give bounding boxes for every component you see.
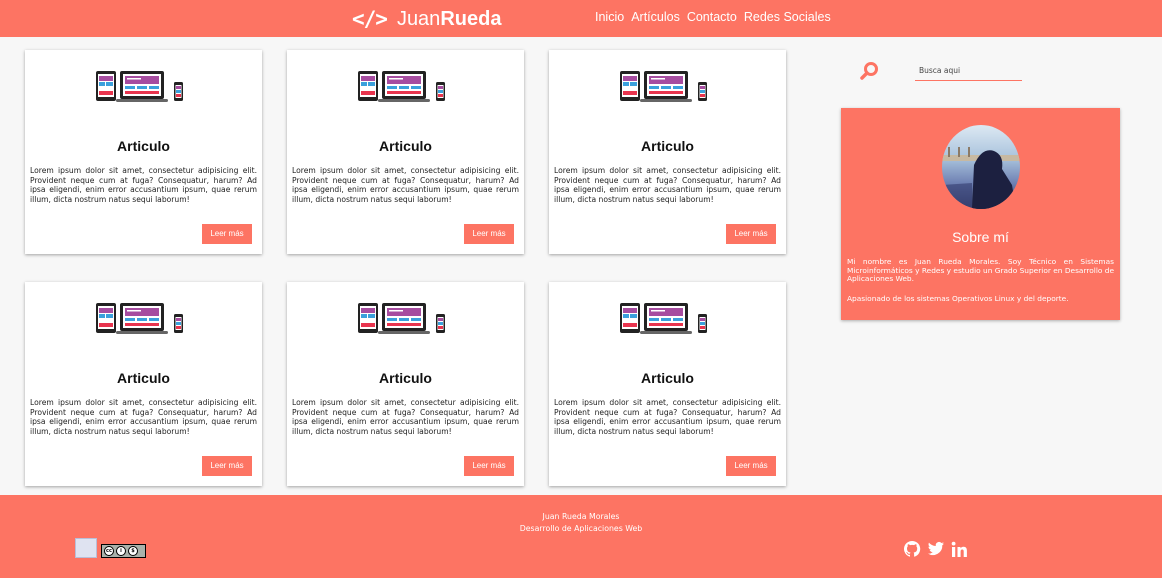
- article-text: Lorem ipsum dolor sit amet, consectetur …: [292, 398, 519, 436]
- by-icon: i: [116, 546, 126, 556]
- nav-item-redes-sociales[interactable]: Redes Sociales: [744, 10, 831, 24]
- article-title: Articulo: [379, 370, 432, 386]
- article-text: Lorem ipsum dolor sit amet, consectetur …: [554, 398, 781, 436]
- about-panel: Sobre mí Mi nombre es Juan Rueda Morales…: [841, 108, 1120, 320]
- article-card: Articulo Lorem ipsum dolor sit amet, cons…: [287, 282, 524, 486]
- search-icon[interactable]: [860, 61, 880, 81]
- site-logo[interactable]: </> JuanRueda: [352, 5, 501, 33]
- read-more-button[interactable]: Leer más: [726, 456, 776, 476]
- article-card: Articulo Lorem ipsum dolor sit amet, cons…: [25, 50, 262, 254]
- read-more-button[interactable]: Leer más: [464, 224, 514, 244]
- twitter-icon[interactable]: [927, 541, 945, 557]
- creative-commons-badge[interactable]: cc i $: [101, 544, 146, 558]
- cc-icon: cc: [104, 546, 114, 556]
- read-more-button[interactable]: Leer más: [202, 224, 252, 244]
- article-text: Lorem ipsum dolor sit amet, consectetur …: [30, 398, 257, 436]
- devices-illustration: [96, 71, 183, 102]
- avatar: [942, 125, 1020, 209]
- article-title: Articulo: [379, 138, 432, 154]
- nav-item-inicio[interactable]: Inicio: [595, 10, 624, 24]
- read-more-button[interactable]: Leer más: [464, 456, 514, 476]
- article-card: Articulo Lorem ipsum dolor sit amet, cons…: [549, 50, 786, 254]
- main-nav: Inicio Artículos Contacto Redes Sociales: [595, 10, 831, 24]
- article-card: Articulo Lorem ipsum dolor sit amet, cons…: [287, 50, 524, 254]
- code-brackets-icon: </>: [352, 7, 388, 31]
- about-text: Mi nombre es Juan Rueda Morales. Soy Téc…: [847, 257, 1114, 284]
- about-title: Sobre mí: [952, 229, 1009, 245]
- article-text: Lorem ipsum dolor sit amet, consectetur …: [554, 166, 781, 204]
- article-text: Lorem ipsum dolor sit amet, consectetur …: [292, 166, 519, 204]
- site-footer: Juan Rueda Morales Desarrollo de Aplicac…: [0, 495, 1162, 578]
- github-icon[interactable]: [903, 540, 921, 558]
- article-title: Articulo: [641, 138, 694, 154]
- devices-illustration: [96, 303, 183, 334]
- devices-illustration: [358, 71, 445, 102]
- footer-role: Desarrollo de Aplicaciones Web: [519, 524, 643, 533]
- article-card: Articulo Lorem ipsum dolor sit amet, cons…: [549, 282, 786, 486]
- devices-illustration: [620, 71, 707, 102]
- footer-name: Juan Rueda Morales: [542, 512, 620, 521]
- site-header: </> JuanRueda Inicio Artículos Contacto …: [0, 0, 1162, 37]
- nav-item-articulos[interactable]: Artículos: [631, 10, 680, 24]
- nav-item-contacto[interactable]: Contacto: [687, 10, 737, 24]
- article-text: Lorem ipsum dolor sit amet, consectetur …: [30, 166, 257, 204]
- article-title: Articulo: [641, 370, 694, 386]
- article-title: Articulo: [117, 370, 170, 386]
- nc-icon: $: [128, 546, 138, 556]
- logo-text: JuanRueda: [396, 7, 502, 30]
- linkedin-icon[interactable]: [951, 541, 968, 558]
- read-more-button[interactable]: Leer más: [726, 224, 776, 244]
- devices-illustration: [358, 303, 445, 334]
- license-image[interactable]: [75, 538, 97, 558]
- search-input[interactable]: [915, 60, 1022, 81]
- social-links: [903, 540, 968, 558]
- about-text-hobbies: Apasionado de los sistemas Operativos Li…: [847, 294, 1069, 303]
- article-title: Articulo: [117, 138, 170, 154]
- read-more-button[interactable]: Leer más: [202, 456, 252, 476]
- devices-illustration: [620, 303, 707, 334]
- article-card: Articulo Lorem ipsum dolor sit amet, cons…: [25, 282, 262, 486]
